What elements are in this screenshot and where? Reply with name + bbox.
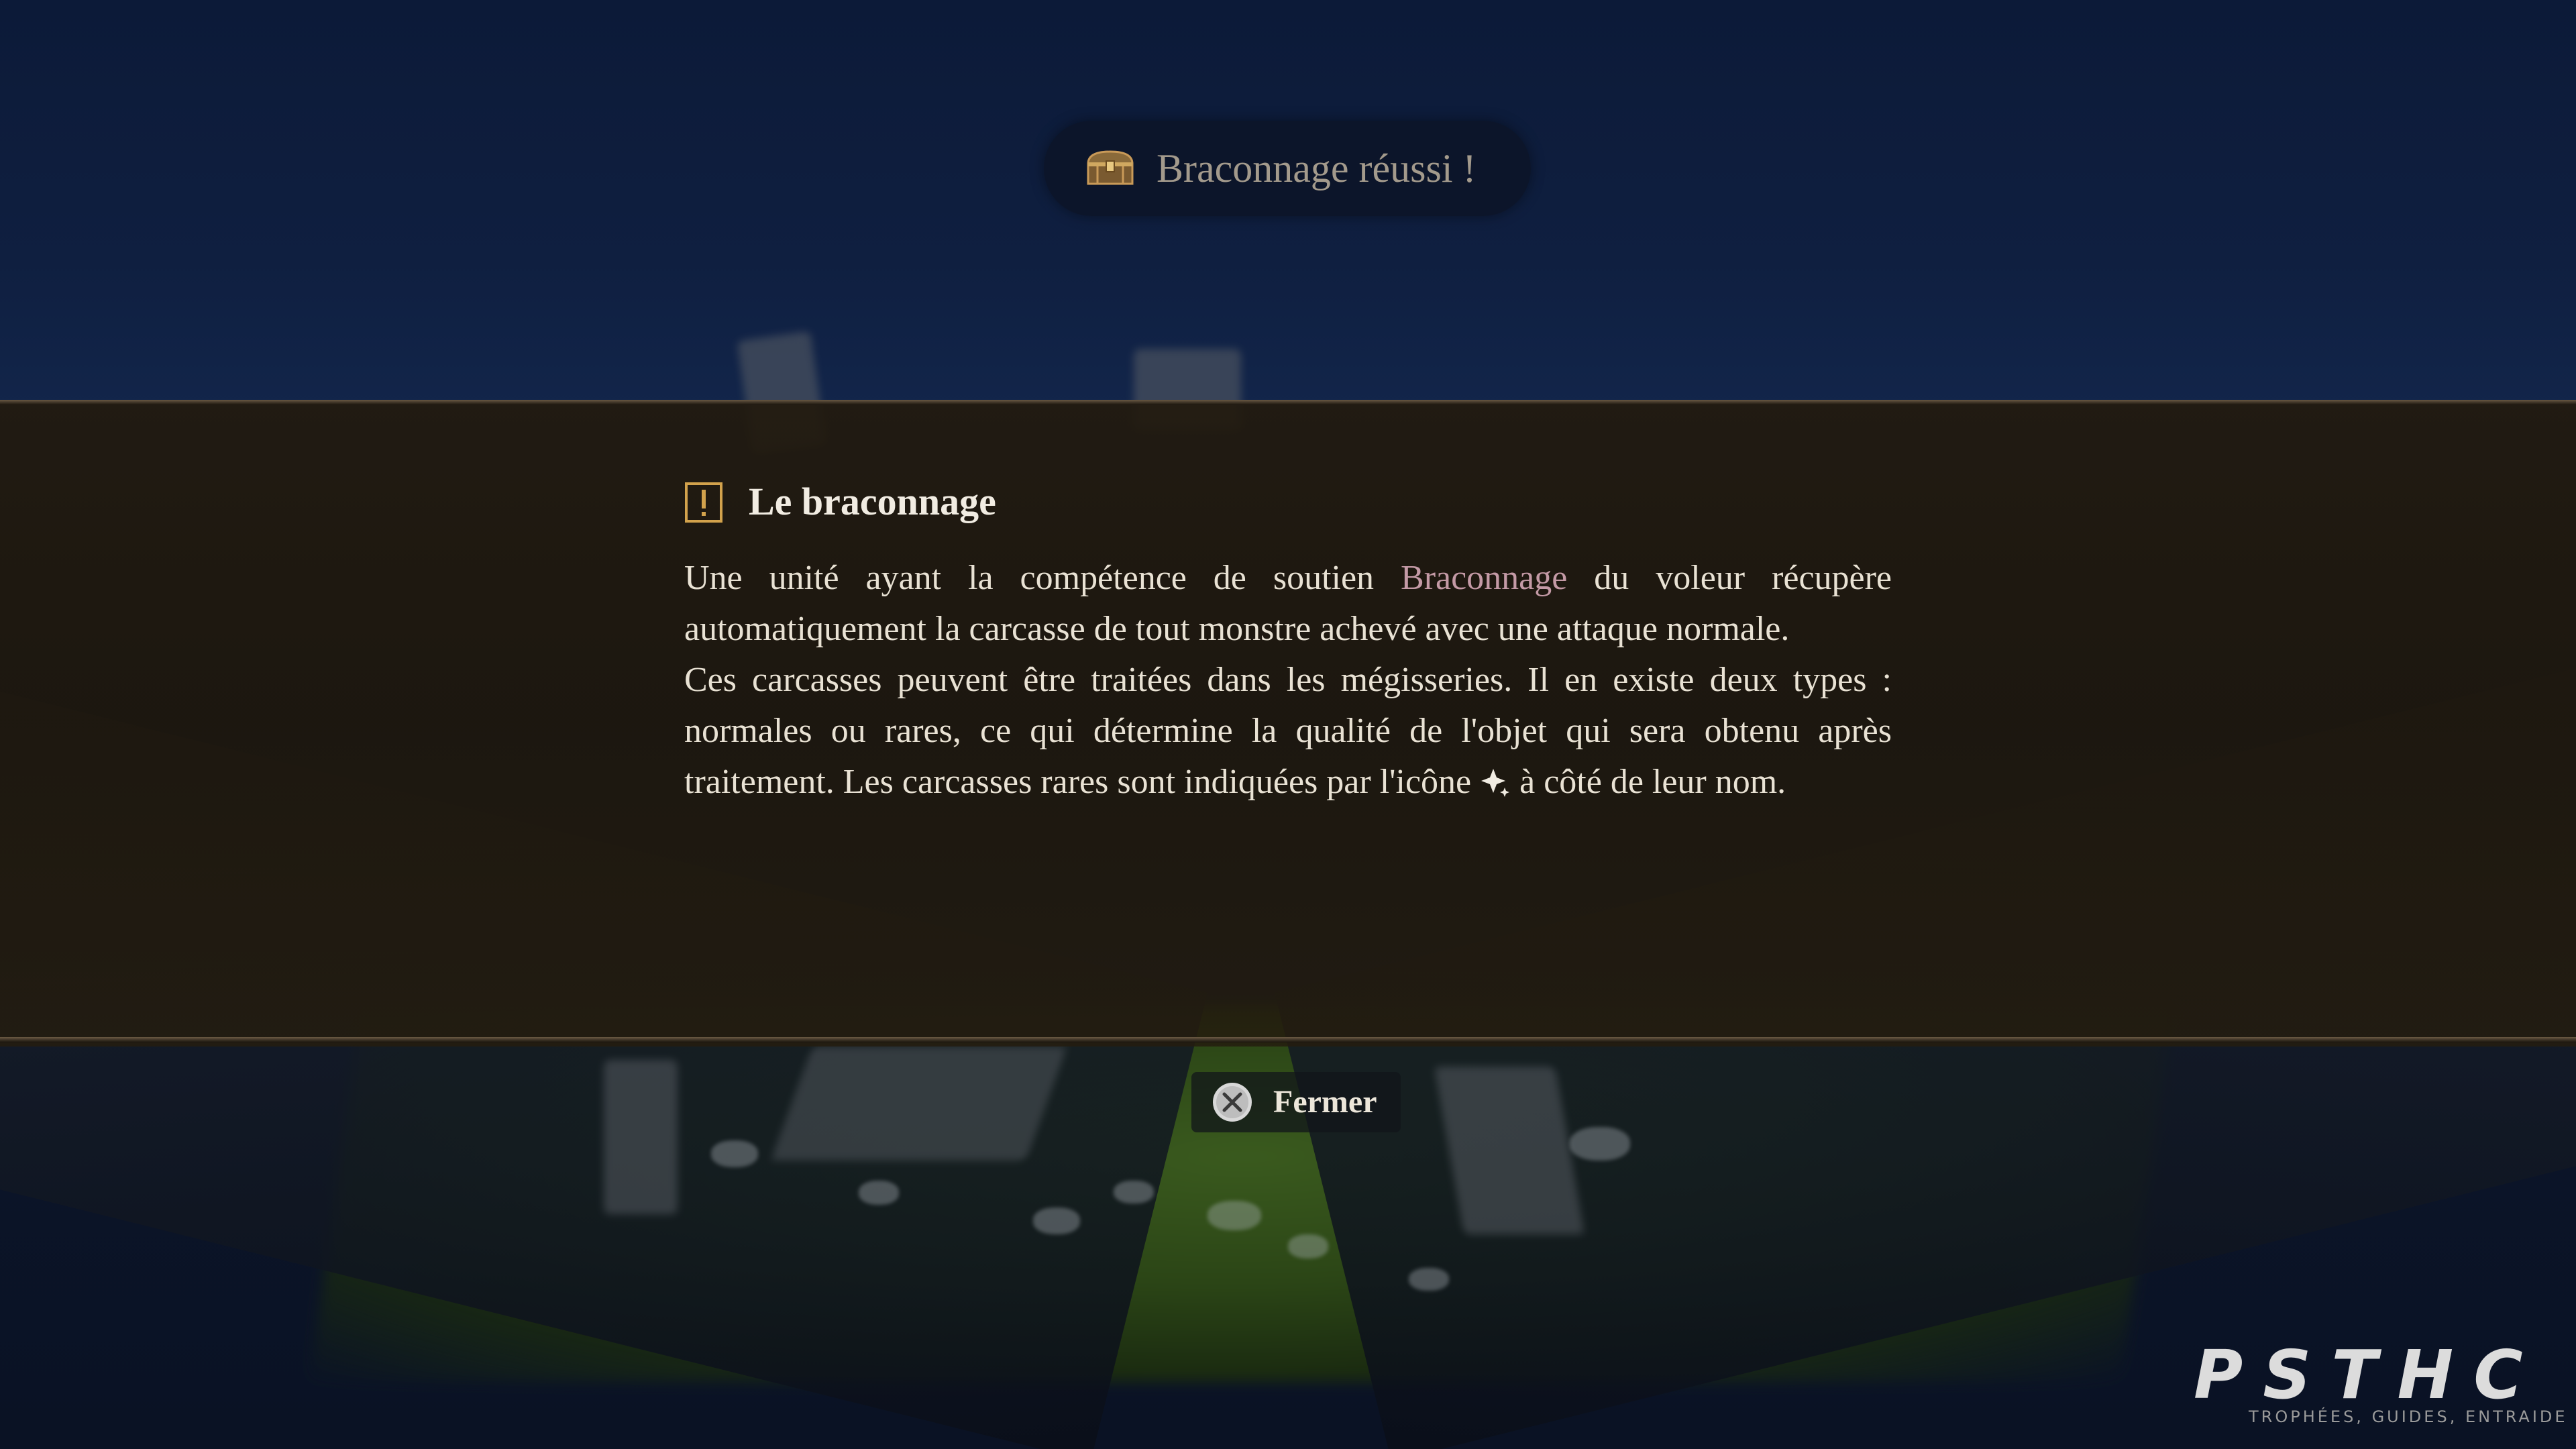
- game-screen: Braconnage réussi ! Le braconnage Une un…: [0, 0, 2576, 1449]
- tutorial-body: Une unité ayant la compétence de soutien…: [684, 553, 1892, 808]
- panel-top-border: [0, 400, 2576, 405]
- background-rock: [1570, 1127, 1630, 1161]
- background-stone: [771, 1046, 1067, 1161]
- poaching-success-notification: Braconnage réussi !: [1044, 121, 1531, 216]
- paragraph-text: Une unité ayant la compétence de soutien: [684, 559, 1401, 597]
- background-rock: [1288, 1234, 1328, 1258]
- psthc-logo: PSTHC: [2194, 1336, 2543, 1414]
- background-rock: [711, 1140, 758, 1167]
- close-label: Fermer: [1273, 1084, 1377, 1120]
- treasure-chest-icon: [1087, 150, 1134, 185]
- close-button[interactable]: Fermer: [1191, 1072, 1401, 1132]
- skill-name-highlight: Braconnage: [1401, 559, 1568, 597]
- psthc-tagline: TROPHÉES, GUIDES, ENTRAIDE: [2249, 1407, 2568, 1426]
- exclamation-icon: [685, 482, 722, 523]
- background-rock: [1033, 1208, 1080, 1234]
- paragraph-text: à côté de leur nom.: [1511, 763, 1786, 801]
- tutorial-title: Le braconnage: [749, 480, 996, 523]
- tutorial-paragraph: Une unité ayant la compétence de soutien…: [684, 553, 1892, 655]
- background-stone: [604, 1060, 678, 1214]
- background-rock: [1409, 1268, 1449, 1291]
- background-rock: [1114, 1181, 1154, 1203]
- panel-bottom-border: [0, 1037, 2576, 1042]
- background-rock: [1208, 1201, 1261, 1230]
- rare-sparkle-icon: [1481, 769, 1510, 797]
- cross-button-icon: [1213, 1083, 1252, 1122]
- tutorial-paragraph: Ces carcasses peuvent être traitées dans…: [684, 655, 1892, 808]
- background-rock: [859, 1181, 899, 1205]
- notification-text: Braconnage réussi !: [1157, 146, 1477, 191]
